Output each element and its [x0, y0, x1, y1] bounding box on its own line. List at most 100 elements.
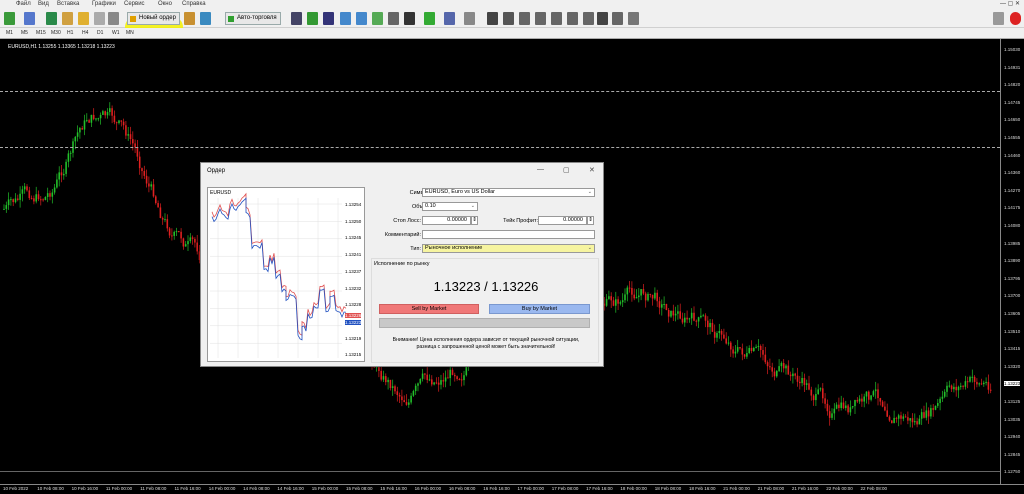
- new-chart-icon[interactable]: [4, 12, 15, 25]
- menu-window[interactable]: Окно: [158, 1, 172, 7]
- candle-body: [56, 179, 58, 188]
- terminal-icon[interactable]: [78, 12, 89, 25]
- volume-value: 0.10: [425, 203, 436, 209]
- candles-icon[interactable]: [307, 12, 318, 25]
- stop-loss-spinner[interactable]: ⇕: [471, 216, 478, 225]
- tile-windows-icon[interactable]: [372, 12, 383, 25]
- menu-insert[interactable]: Вставка: [57, 1, 79, 7]
- signals-icon[interactable]: [200, 12, 211, 25]
- comment-field[interactable]: [422, 230, 595, 239]
- fibonacci-icon[interactable]: [583, 12, 594, 25]
- bar-chart-icon[interactable]: [291, 12, 302, 25]
- meta-editor-icon[interactable]: [184, 12, 195, 25]
- candle-body: [191, 237, 194, 239]
- buy-by-market-button[interactable]: Buy by Market: [489, 304, 590, 314]
- tf-m30[interactable]: M30: [51, 30, 61, 36]
- menu-charts[interactable]: Графики: [92, 1, 116, 7]
- price-tick: 1.13035: [1004, 416, 1021, 422]
- tf-w1[interactable]: W1: [112, 30, 120, 36]
- candle-body: [35, 194, 37, 202]
- zoom-in-icon[interactable]: [340, 12, 351, 25]
- candle-body: [796, 375, 799, 382]
- type-select[interactable]: Рыночное исполнение ⌄: [422, 244, 595, 253]
- navigator-icon[interactable]: [62, 12, 73, 25]
- tf-mn[interactable]: MN: [126, 30, 134, 36]
- time-tick: 17 Feb 16:00: [586, 486, 613, 491]
- vertical-line-icon[interactable]: [519, 12, 530, 25]
- search-icon[interactable]: [993, 12, 1004, 25]
- close-icon[interactable]: ✕: [589, 166, 595, 174]
- candle-body: [63, 173, 65, 176]
- tf-m15[interactable]: M15: [36, 30, 46, 36]
- channel-icon[interactable]: [567, 12, 578, 25]
- candle-body: [391, 386, 394, 388]
- candle-body: [635, 297, 638, 299]
- candle-body: [458, 378, 461, 380]
- candle-body: [638, 295, 640, 298]
- periods-icon[interactable]: [444, 12, 455, 25]
- take-profit-spinner[interactable]: ⇕: [587, 216, 594, 225]
- candle-body: [122, 121, 125, 126]
- candle-body: [109, 108, 111, 112]
- alert-icon[interactable]: [1010, 12, 1021, 25]
- take-profit-field[interactable]: 0.00000: [538, 216, 587, 225]
- autoscroll-icon[interactable]: [404, 12, 415, 25]
- time-tick: 21 Feb 08:00: [757, 486, 785, 491]
- candle-body: [631, 288, 633, 295]
- symbol-select[interactable]: EURUSD, Euro vs US Dollar ⌄: [422, 188, 595, 197]
- new-order-button[interactable]: Новый ордер: [127, 12, 180, 25]
- candle-body: [868, 391, 870, 400]
- price-tick: 1.13795: [1004, 275, 1021, 281]
- menu-view[interactable]: Вид: [38, 1, 49, 7]
- level-line-lower[interactable]: [0, 147, 1000, 148]
- close-order-bar[interactable]: [379, 318, 590, 328]
- stop-loss-field[interactable]: 0.00000: [422, 216, 471, 225]
- menu-file[interactable]: Файл: [16, 1, 31, 7]
- candle-body: [748, 347, 750, 354]
- sell-by-market-button[interactable]: Sell by Market: [379, 304, 479, 314]
- toolbar: Новый ордер Авто-торговля: [0, 9, 1024, 38]
- price-axis: 1.15030 1.14931 1.14820 1.14745 1.14650 1.145…: [1000, 39, 1024, 484]
- menu-tools[interactable]: Сервис: [124, 1, 145, 7]
- candle-body: [969, 376, 971, 382]
- horizontal-line-icon[interactable]: [535, 12, 546, 25]
- maximize-icon[interactable]: ▢: [563, 166, 570, 174]
- line-chart-icon[interactable]: [323, 12, 334, 25]
- tf-m1[interactable]: M1: [6, 30, 13, 36]
- candle-body: [879, 398, 882, 402]
- time-tick: 11 Feb 16:00: [174, 486, 201, 491]
- templates-icon[interactable]: [464, 12, 475, 25]
- candle-body: [665, 303, 668, 310]
- menu-help[interactable]: Справка: [182, 1, 206, 7]
- new-order-icon: [130, 16, 136, 22]
- trendline-icon[interactable]: [551, 12, 562, 25]
- tester-icon[interactable]: [94, 12, 105, 25]
- candle-body: [746, 353, 748, 357]
- tf-d1[interactable]: D1: [97, 30, 103, 36]
- time-tick: 18 Feb 00:00: [620, 486, 647, 491]
- profiles-icon[interactable]: [24, 12, 35, 25]
- cursor-icon[interactable]: [487, 12, 498, 25]
- tf-m5[interactable]: M5: [21, 30, 28, 36]
- minimize-icon[interactable]: —: [537, 166, 544, 173]
- candle-body: [886, 410, 888, 417]
- text-icon[interactable]: [597, 12, 608, 25]
- candle-body: [111, 108, 113, 116]
- arrows-icon[interactable]: [628, 12, 639, 25]
- level-line-upper[interactable]: [0, 91, 1000, 92]
- crosshair-icon[interactable]: [503, 12, 514, 25]
- tf-h4[interactable]: H4: [82, 30, 88, 36]
- candle-body: [849, 407, 852, 413]
- chart-shift-icon[interactable]: [388, 12, 399, 25]
- candle-body: [155, 196, 157, 204]
- data-window-icon[interactable]: [108, 12, 119, 25]
- market-watch-icon[interactable]: [46, 12, 57, 25]
- zoom-out-icon[interactable]: [356, 12, 367, 25]
- label-icon[interactable]: [612, 12, 623, 25]
- indicators-icon[interactable]: [424, 12, 435, 25]
- auto-trading-button[interactable]: Авто-торговля: [225, 12, 281, 25]
- window-controls[interactable]: — ▢ ✕: [1000, 0, 1020, 7]
- tf-h1[interactable]: H1: [67, 30, 73, 36]
- price-tick: 1.14080: [1004, 223, 1021, 228]
- volume-field[interactable]: 0.10 ⌄: [422, 202, 478, 211]
